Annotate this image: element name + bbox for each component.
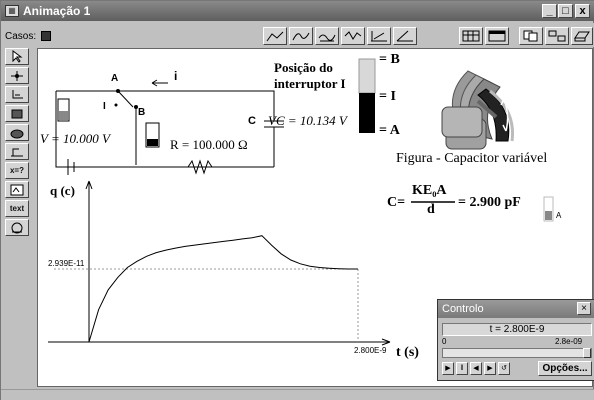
charge-curve xyxy=(88,235,358,343)
switch-node-i xyxy=(114,103,118,107)
minimize-button[interactable]: _ xyxy=(542,4,557,18)
voltage-label: V = 10.000 V xyxy=(40,131,110,146)
time-slider-thumb[interactable] xyxy=(583,348,591,358)
pause-icon[interactable]: ǁ xyxy=(456,362,468,375)
pointer-icon[interactable] xyxy=(5,48,29,65)
range-min: 0 xyxy=(442,337,447,346)
table-view-icon[interactable] xyxy=(459,27,483,45)
reset-icon[interactable]: ↺ xyxy=(498,362,510,375)
casos-label: Casos: xyxy=(5,31,37,42)
graph-tool-2-icon[interactable] xyxy=(289,27,313,45)
figure-caption: Figura - Capacitor variável xyxy=(396,151,548,166)
node-b-label: B xyxy=(138,107,146,118)
node-i-label: I xyxy=(103,101,106,112)
maximize-button[interactable]: □ xyxy=(558,4,573,18)
resistance-slider-fill xyxy=(147,139,158,146)
rectangle-tool-icon[interactable] xyxy=(5,105,29,122)
time-slider[interactable] xyxy=(442,348,592,358)
switch-pos-a: = A xyxy=(379,123,400,138)
circuit-diagram xyxy=(55,79,284,175)
controlo-close-button[interactable]: × xyxy=(577,302,591,315)
formula-denominator: d xyxy=(427,202,435,217)
capacitor-label: C xyxy=(248,115,256,127)
casos-selector[interactable] xyxy=(41,31,51,41)
ellipse-tool-icon[interactable] xyxy=(5,124,29,141)
node-a-label: A xyxy=(111,73,119,84)
graph-tool-4-icon[interactable] xyxy=(341,27,365,45)
switch-pos-i: = I xyxy=(379,89,396,104)
close-button[interactable]: x xyxy=(575,4,590,18)
time-value: 2.800E-9 xyxy=(503,324,545,335)
step-back-icon[interactable]: ◀ xyxy=(470,362,482,375)
switch-title-1: Posição do xyxy=(274,60,333,75)
toolbar: Casos: xyxy=(1,23,594,47)
range-max: 2.8e-09 xyxy=(555,337,583,346)
title-bar: ▦ Animação 1 xyxy=(1,1,594,21)
angle-tool-icon[interactable] xyxy=(393,27,417,45)
x-axis-label: t (s) xyxy=(396,345,419,360)
switch-position-top xyxy=(358,58,376,94)
time-display: t = 2.800E-9 xyxy=(442,323,592,336)
switch-title-2: interruptor I xyxy=(274,76,346,91)
variable-capacitor-figure xyxy=(441,70,515,150)
formula-lhs: C= xyxy=(387,195,406,210)
window-title: Animação 1 xyxy=(23,4,91,18)
area-slider-label: A xyxy=(556,211,562,220)
play-icon[interactable]: ▶ xyxy=(442,362,454,375)
formula-numerator: KE₀A xyxy=(412,183,447,198)
resistance-label: R = 100.000 Ω xyxy=(170,137,248,152)
graph-tool-5-icon[interactable] xyxy=(367,27,391,45)
current-label: i xyxy=(174,69,178,83)
switch-position-fill xyxy=(359,93,375,133)
graph-axes xyxy=(48,180,391,346)
controlo-title: Controlo xyxy=(442,303,484,315)
graph-tool-3-icon[interactable] xyxy=(315,27,339,45)
point-tool-icon[interactable] xyxy=(5,67,29,84)
image-tool-icon[interactable] xyxy=(5,181,29,198)
time-label: t = xyxy=(489,324,502,335)
print-icon[interactable] xyxy=(571,27,593,45)
copy-icon[interactable] xyxy=(519,27,543,45)
left-toolbar: x=? text xyxy=(5,48,31,238)
equation-tool-icon[interactable]: x=? xyxy=(5,162,29,179)
app-window: ▦ Animação 1 _ □ x Casos: x=? text A B I… xyxy=(0,0,594,400)
options-button[interactable]: Opções... xyxy=(538,361,592,376)
measure-tool-icon[interactable] xyxy=(5,219,29,236)
controlo-panel: Controlo × t = 2.800E-9 0 2.8e-09 ▶ ǁ ◀ … xyxy=(437,299,594,381)
vector-tool-icon[interactable] xyxy=(5,143,29,160)
voltage-slider-fill xyxy=(59,111,68,120)
layout-icon[interactable] xyxy=(545,27,569,45)
vc-label: VC = 10.134 V xyxy=(268,113,347,128)
y-ref-label: 2.939E-11 xyxy=(48,259,85,268)
step-forward-icon[interactable]: ▶ xyxy=(484,362,496,375)
y-axis-label: q (c) xyxy=(50,183,75,198)
window-view-icon[interactable] xyxy=(485,27,509,45)
axis-tool-icon[interactable] xyxy=(5,86,29,103)
text-tool[interactable]: text xyxy=(5,200,29,217)
app-icon: ▦ xyxy=(5,5,19,17)
switch-node-a xyxy=(116,89,120,93)
formula-result: = 2.900 pF xyxy=(458,195,521,210)
switch-pos-b: = B xyxy=(379,52,400,67)
charge-curve-line xyxy=(88,235,358,343)
area-slider-fill xyxy=(545,211,552,220)
controlo-title-bar: Controlo × xyxy=(438,300,594,318)
status-bar xyxy=(1,389,594,400)
graph-tool-1-icon[interactable] xyxy=(263,27,287,45)
x-ref-label: 2.800E-9 xyxy=(354,346,387,355)
